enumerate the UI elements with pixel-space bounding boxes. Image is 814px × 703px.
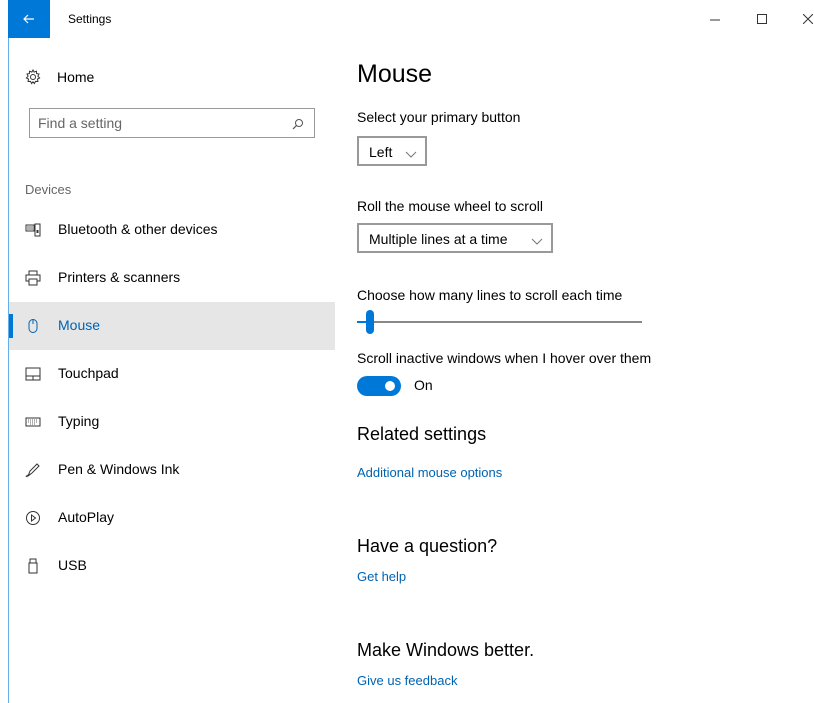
- lines-scroll-slider[interactable]: [357, 304, 642, 338]
- minimize-button[interactable]: [703, 8, 727, 30]
- sidebar-item-home-label: Home: [57, 69, 95, 85]
- chevron-down-icon: [531, 233, 543, 251]
- autoplay-icon: [25, 510, 41, 526]
- lines-scroll-label: Choose how many lines to scroll each tim…: [357, 287, 623, 303]
- sidebar-item-mouse[interactable]: Mouse: [9, 302, 335, 350]
- pen-icon: [25, 462, 41, 478]
- page-title: Mouse: [357, 60, 433, 88]
- toggle-knob: [385, 381, 395, 391]
- wheel-scroll-label: Roll the mouse wheel to scroll: [357, 198, 543, 214]
- wheel-scroll-value: Multiple lines at a time: [369, 231, 508, 247]
- sidebar-item-label: Mouse: [58, 317, 101, 333]
- search-icon[interactable]: [292, 117, 304, 135]
- back-arrow-icon: [23, 14, 34, 24]
- sidebar-item-printers[interactable]: Printers & scanners: [9, 254, 335, 302]
- bluetooth-devices-icon: [25, 222, 41, 238]
- main-content: Mouse Select your primary button Left Ro…: [357, 38, 797, 703]
- primary-button-value: Left: [369, 144, 393, 160]
- search-box[interactable]: [29, 108, 315, 138]
- maximize-button[interactable]: [750, 8, 774, 30]
- touchpad-icon: [25, 366, 41, 382]
- mouse-icon: [25, 318, 41, 334]
- inactive-scroll-label: Scroll inactive windows when I hover ove…: [357, 350, 652, 366]
- primary-button-label: Select your primary button: [357, 109, 521, 125]
- related-settings-heading: Related settings: [357, 424, 487, 444]
- maximize-icon: [757, 14, 767, 24]
- get-help-link[interactable]: Get help: [357, 569, 406, 584]
- question-heading: Have a question?: [357, 536, 498, 556]
- close-icon: [803, 14, 813, 24]
- slider-thumb[interactable]: [366, 310, 374, 334]
- selection-indicator: [9, 314, 13, 338]
- search-input[interactable]: [38, 115, 278, 131]
- sidebar-item-home[interactable]: Home: [9, 62, 335, 92]
- chevron-down-icon: [405, 146, 417, 164]
- sidebar-item-label: Pen & Windows Ink: [58, 461, 180, 477]
- sidebar-item-typing[interactable]: Typing: [9, 398, 335, 446]
- sidebar-item-touchpad[interactable]: Touchpad: [9, 350, 335, 398]
- sidebar-section-label: Devices: [25, 182, 72, 197]
- usb-icon: [25, 558, 41, 574]
- close-button[interactable]: [796, 8, 814, 30]
- title-bar: Settings: [0, 0, 814, 38]
- sidebar-item-label: Touchpad: [58, 365, 119, 381]
- sidebar-item-label: Typing: [58, 413, 100, 429]
- minimize-icon: [710, 19, 720, 21]
- gear-icon: [25, 68, 41, 90]
- sidebar: Home Devices Bluetooth & other devices: [9, 38, 335, 703]
- additional-mouse-options-link[interactable]: Additional mouse options: [357, 465, 502, 480]
- sidebar-item-pen[interactable]: Pen & Windows Ink: [9, 446, 335, 494]
- sidebar-item-bluetooth[interactable]: Bluetooth & other devices: [9, 206, 335, 254]
- feedback-heading: Make Windows better.: [357, 640, 535, 660]
- sidebar-item-label: USB: [58, 557, 87, 573]
- sidebar-item-label: AutoPlay: [58, 509, 115, 525]
- sidebar-item-label: Printers & scanners: [58, 269, 181, 285]
- toggle-state-label: On: [414, 377, 433, 393]
- printer-icon: [25, 270, 41, 286]
- primary-button-dropdown[interactable]: Left: [357, 136, 427, 166]
- keyboard-icon: [25, 414, 41, 430]
- inactive-scroll-toggle[interactable]: [357, 376, 401, 396]
- wheel-scroll-dropdown[interactable]: Multiple lines at a time: [357, 223, 553, 253]
- sidebar-item-usb[interactable]: USB: [9, 542, 335, 590]
- slider-track: [357, 321, 642, 323]
- sidebar-item-autoplay[interactable]: AutoPlay: [9, 494, 335, 542]
- window-title: Settings: [68, 12, 112, 26]
- sidebar-item-label: Bluetooth & other devices: [58, 221, 218, 237]
- give-feedback-link[interactable]: Give us feedback: [357, 673, 457, 688]
- back-button[interactable]: [8, 0, 50, 38]
